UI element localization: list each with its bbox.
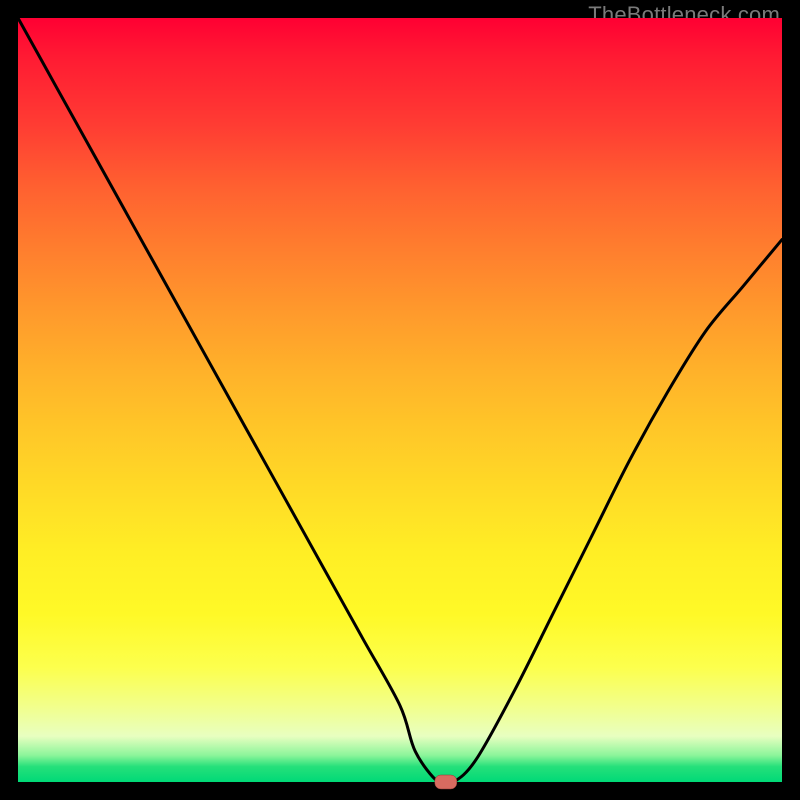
chart-svg: [18, 18, 782, 782]
chart-frame: TheBottleneck.com: [0, 0, 800, 800]
plot-area: [18, 18, 782, 782]
bottleneck-curve: [18, 18, 782, 785]
optimal-point-marker: [435, 775, 457, 789]
